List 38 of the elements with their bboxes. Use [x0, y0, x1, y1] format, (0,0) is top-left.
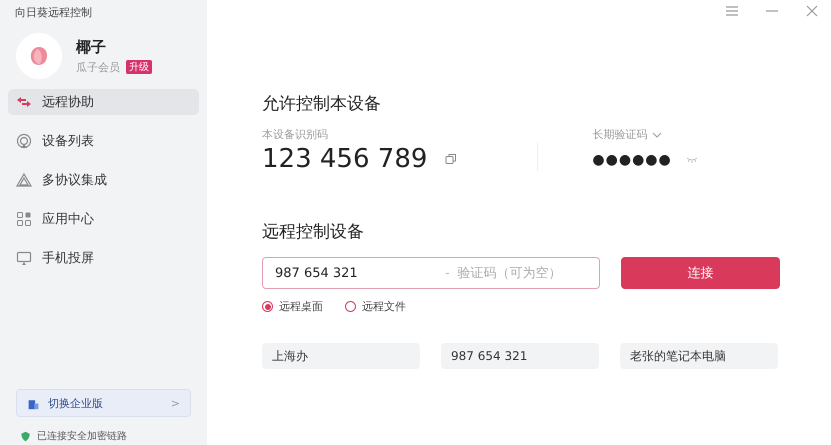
radio-button[interactable] [345, 301, 356, 312]
closed-eye-icon[interactable] [686, 157, 698, 163]
upgrade-badge[interactable]: 升级 [126, 60, 152, 74]
user-name: 椰子 [76, 38, 107, 56]
section-title: 允许控制本设备 [262, 93, 382, 115]
section-title: 远程控制设备 [262, 221, 365, 243]
close-icon[interactable] [805, 4, 819, 18]
radio-button[interactable] [262, 301, 273, 312]
avatar[interactable] [16, 33, 62, 79]
device-id-field[interactable]: 987 654 321 - 验证码（可为空） [262, 257, 600, 289]
status-text: 已连接安全加密链路 [37, 430, 127, 443]
membership-label: 瓜子会员 [76, 60, 120, 74]
cast-icon [16, 133, 32, 149]
copy-icon[interactable] [445, 153, 458, 165]
enterprise-button[interactable]: 切换企业版 > [16, 389, 191, 417]
recent-device[interactable]: 987 654 321 [441, 343, 599, 369]
nav-item[interactable]: 应用中心 [8, 206, 199, 232]
menu-icon[interactable] [725, 4, 739, 18]
connect-button[interactable]: 连接 [621, 257, 780, 289]
monitor-icon [16, 250, 32, 266]
nav-item[interactable]: 设备列表 [8, 128, 199, 154]
chevron-down-icon[interactable] [652, 132, 662, 138]
triangle-icon [16, 172, 32, 188]
masked-code: ●●●●●● [592, 152, 672, 168]
app-title: 向日葵远程控制 [14, 5, 93, 20]
code-label: 长期验证码 [592, 127, 648, 142]
radio-label[interactable]: 远程桌面 [279, 299, 323, 314]
nav-item[interactable]: 远程协助 [8, 89, 199, 115]
nav-item[interactable]: 多协议集成 [8, 167, 199, 193]
swap-arrows-icon [16, 94, 32, 110]
shield-icon [20, 430, 31, 442]
radio-label[interactable]: 远程文件 [362, 299, 406, 314]
device-id: 123 456 789 [262, 144, 428, 174]
recent-device[interactable]: 上海办 [262, 343, 420, 369]
recent-device[interactable]: 老张的笔记本电脑 [620, 343, 778, 369]
id-label: 本设备识别码 [262, 127, 329, 142]
grid-icon [16, 211, 32, 227]
nav-item[interactable]: 手机投屏 [8, 245, 199, 271]
